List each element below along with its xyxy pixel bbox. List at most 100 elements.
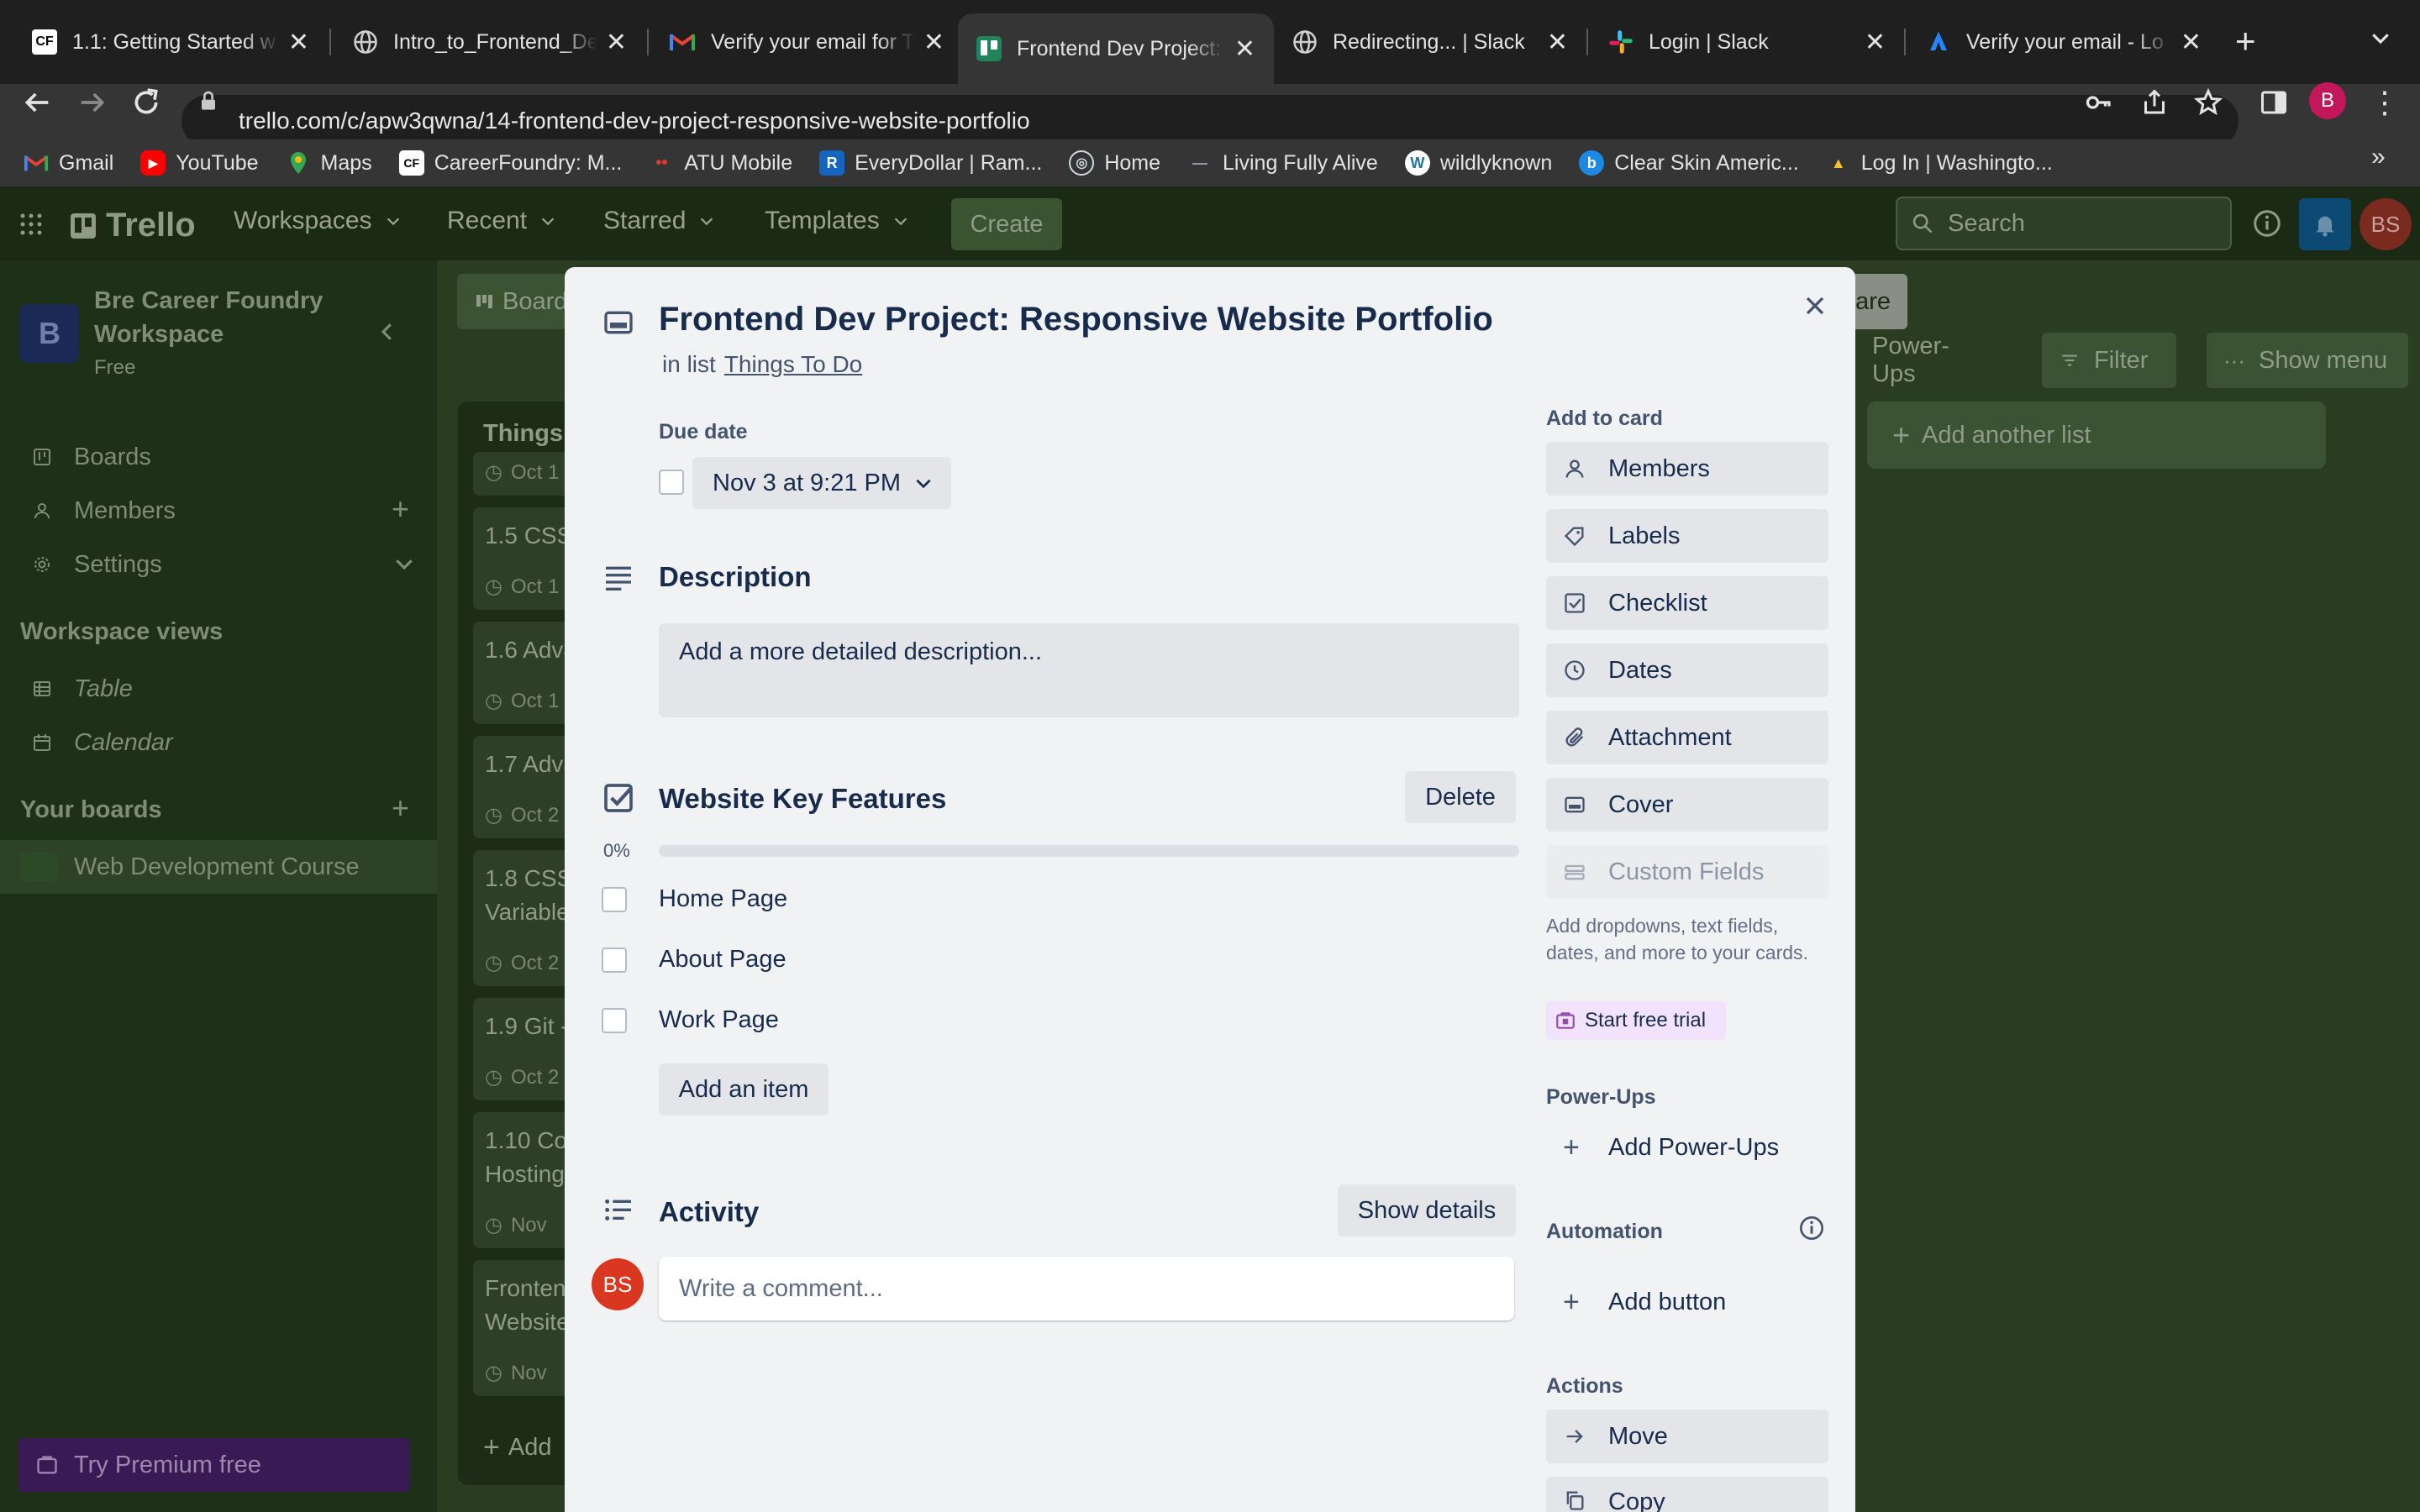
browser-tab[interactable]: Intro_to_Frontend_De ✕ [334,13,645,71]
checklist-item-checkbox[interactable] [602,1008,627,1033]
close-tab-icon[interactable]: ✕ [1234,34,1255,64]
due-complete-checkbox[interactable] [659,470,684,495]
comment-input[interactable]: Write a comment... [659,1257,1514,1320]
nav-templates[interactable]: Templates [765,207,910,235]
bookmark-maps[interactable]: Maps [286,150,372,176]
sidebar-item-members[interactable]: Members [0,484,437,538]
copy-button[interactable]: Copy [1546,1477,1828,1512]
user-avatar[interactable]: BS [2360,198,2412,250]
nav-recent[interactable]: Recent [447,207,557,235]
add-power-ups-button[interactable]: + Add Power-Ups [1546,1121,1828,1174]
collapse-sidebar-icon[interactable] [375,319,400,344]
checklist-title[interactable]: Website Key Features [659,783,946,815]
forward-arrow-icon[interactable] [76,86,109,119]
add-another-list-button[interactable]: + Add another list [1867,402,2326,469]
add-automation-button[interactable]: + Add button [1546,1275,1828,1329]
info-icon[interactable] [1798,1215,1825,1242]
browser-tab[interactable]: Redirecting... | Slack ✕ [1274,13,1586,71]
delete-checklist-button[interactable]: Delete [1405,771,1516,823]
board-search-input[interactable]: Search [1896,197,2232,250]
sidebar-item-settings[interactable]: Settings [0,538,437,591]
list-link[interactable]: Things To Do [724,351,862,378]
checklist-item-checkbox[interactable] [602,887,627,912]
share-icon[interactable] [2139,87,2170,118]
bookmark-everydollar[interactable]: R EveryDollar | Ram... [819,150,1042,176]
filter-button[interactable]: Filter [2042,333,2176,388]
due-date-dropdown[interactable]: Nov 3 at 9:21 PM [692,457,951,509]
close-tab-icon[interactable]: ✕ [923,28,944,57]
lock-icon[interactable] [195,87,222,114]
nav-starred[interactable]: Starred [603,207,716,235]
workspace-avatar[interactable]: B [20,304,79,363]
board-view-tab[interactable]: Board [457,274,567,329]
close-tab-icon[interactable]: ✕ [1547,28,1568,57]
start-free-trial-button[interactable]: Start free trial [1546,1001,1726,1040]
add-board-icon[interactable]: + [392,793,409,823]
power-ups-button[interactable]: Power-Ups [1855,333,2002,388]
bookmark-living-fully-alive[interactable]: — Living Fully Alive [1187,150,1378,176]
show-menu-button[interactable]: ··· Show menu [2207,333,2408,388]
bookmark-washington[interactable]: ▲ Log In | Washingto... [1826,150,2053,176]
checklist-item[interactable]: About Page [659,946,786,974]
close-tab-icon[interactable]: ✕ [1865,28,1886,57]
show-details-button[interactable]: Show details [1338,1184,1516,1236]
labels-button[interactable]: Labels [1546,509,1828,563]
new-tab-icon[interactable]: + [2235,20,2256,62]
info-icon[interactable] [2252,208,2282,239]
checklist-button[interactable]: Checklist [1546,576,1828,630]
sidebar-board-web-development[interactable]: Web Development Course [0,840,437,894]
bookmark-star-icon[interactable] [2193,87,2223,118]
close-tab-icon[interactable]: ✕ [606,28,627,57]
checklist-item-checkbox[interactable] [602,948,627,973]
browser-tab[interactable]: Verify your email - Lo ✕ [1907,13,2220,71]
side-panel-icon[interactable] [2259,87,2289,118]
app-switcher-icon[interactable] [18,212,44,237]
browser-menu-icon[interactable]: ⋮ [2370,87,2400,118]
browser-tab[interactable]: CF 1.1: Getting Started w ✕ [13,13,328,71]
close-tab-icon[interactable]: ✕ [288,28,309,57]
custom-fields-button[interactable]: Custom Fields [1546,845,1828,899]
profile-avatar[interactable]: B [2309,82,2346,119]
checklist-item[interactable]: Home Page [659,885,787,913]
bookmark-wildlyknown[interactable]: Wwildlyknown [1404,150,1552,176]
bookmark-gmail[interactable]: Gmail [24,150,113,176]
back-arrow-icon[interactable] [20,86,54,119]
browser-tab[interactable]: Login | Slack ✕ [1590,13,1904,71]
reload-icon[interactable] [129,86,163,119]
url-text[interactable]: trello.com/c/apw3qwna/14-frontend-dev-pr… [239,102,1030,139]
bookmark-clear-skin[interactable]: b Clear Skin Americ... [1579,150,1799,176]
key-icon[interactable] [2084,87,2114,118]
add-member-icon[interactable]: + [392,494,409,524]
nav-workspaces[interactable]: Workspaces [234,207,402,235]
tab-search-chevron-icon[interactable] [2368,25,2393,50]
bookmark-youtube[interactable]: ▶ YouTube [140,150,259,176]
bookmark-atu-mobile[interactable]: •• ATU Mobile [649,150,792,176]
close-tab-icon[interactable]: ✕ [2181,28,2202,57]
move-button[interactable]: Move [1546,1410,1828,1463]
list-title[interactable]: Things [483,420,563,448]
more-bookmarks-icon[interactable]: » [2371,143,2386,171]
bookmark-careerfoundry[interactable]: CF CareerFoundry: M... [398,150,622,176]
attachment-button[interactable]: Attachment [1546,711,1828,764]
card-title[interactable]: Frontend Dev Project: Responsive Website… [659,301,1493,339]
add-card-button[interactable]: + Add [483,1431,551,1464]
checklist-item[interactable]: Work Page [659,1006,779,1034]
close-icon[interactable] [1800,291,1830,321]
members-button[interactable]: Members [1546,442,1828,496]
bookmark-home[interactable]: ◎ Home [1069,150,1160,176]
create-button[interactable]: Create [951,198,1062,250]
chevron-down-icon[interactable] [392,551,417,576]
notifications-bell-icon[interactable] [2299,198,2351,250]
sidebar-item-table[interactable]: Table [0,662,437,716]
try-premium-button[interactable]: Try Premium free [18,1438,410,1492]
browser-tab-active[interactable]: Frontend Dev Project: ✕ [958,13,1274,84]
sidebar-item-boards[interactable]: Boards [0,430,437,484]
sidebar-item-calendar[interactable]: Calendar [0,716,437,769]
browser-tab[interactable]: Verify your email for T ✕ [650,13,963,71]
cover-button[interactable]: Cover [1546,778,1828,832]
description-input[interactable]: Add a more detailed description... [659,623,1519,717]
workspace-name[interactable]: Bre Career Foundry Workspace [94,284,346,351]
add-checklist-item-button[interactable]: Add an item [659,1063,829,1116]
trello-logo[interactable]: Trello [71,207,196,244]
dates-button[interactable]: Dates [1546,643,1828,697]
